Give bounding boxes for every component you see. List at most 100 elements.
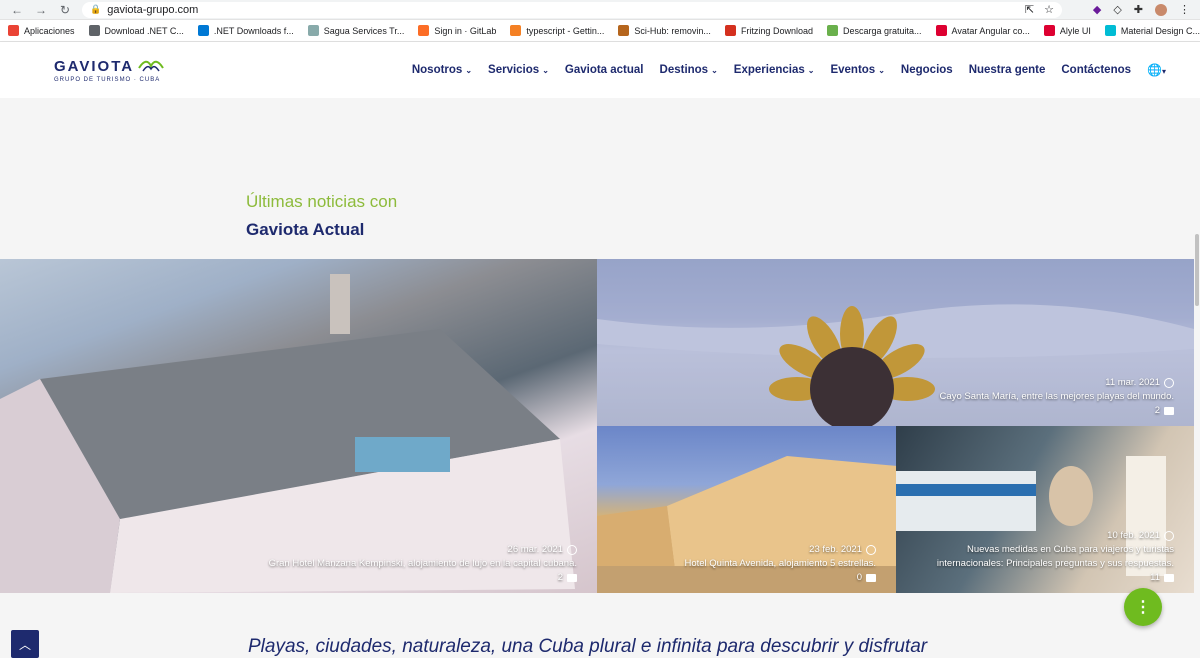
bookmark-label: Sign in · GitLab (434, 25, 497, 36)
menu-item[interactable]: Destinos ⌄ (660, 64, 718, 76)
bookmark-item[interactable]: Alyle UI (1043, 25, 1091, 36)
card-date: 10 feb. 2021 (1107, 530, 1160, 541)
bookmark-item[interactable]: .NET Downloads f... (197, 25, 294, 36)
logo[interactable]: GAVIOTA GRUPO DE TURISMO · CUBA (54, 58, 164, 83)
menu-item[interactable]: Negocios (901, 64, 953, 76)
news-card-santa-maria[interactable]: 11 mar. 2021 Cayo Santa María, entre las… (597, 259, 1194, 426)
news-card-kempinski[interactable]: 26 mar. 2021 Gran Hotel Manzana Kempinsk… (0, 259, 597, 593)
address-bar[interactable]: 🔒 gaviota-grupo.com ⇱ ☆ (82, 1, 1062, 18)
apps-icon (8, 25, 19, 36)
menu-item[interactable]: Contáctenos (1061, 64, 1131, 76)
clock-icon (567, 545, 577, 555)
bookmark-item[interactable]: Fritzing Download (724, 25, 813, 36)
comment-icon (1164, 407, 1174, 415)
bookmark-label: typescript - Gettin... (526, 25, 605, 36)
scrollbar-thumb[interactable] (1195, 234, 1199, 306)
menu-item-label: Gaviota actual (564, 64, 644, 76)
bookmark-item[interactable]: Sci-Hub: removin... (618, 25, 711, 36)
bookmark-item[interactable]: Descarga gratuita... (826, 25, 922, 36)
logo-name: GAVIOTA (54, 57, 135, 75)
menu-dots-icon[interactable]: ⋮ (1179, 3, 1190, 16)
scroll-to-top-button[interactable]: ︿ (11, 630, 39, 658)
card-text[interactable]: Nuevas medidas en Cuba para viajeros y t… (904, 543, 1174, 571)
scihub-icon (618, 25, 630, 36)
angular-icon (1043, 25, 1055, 36)
bookmark-star-icon[interactable]: ☆ (1044, 3, 1054, 16)
chevron-down-icon: ⌄ (711, 65, 718, 75)
clock-icon (866, 545, 876, 555)
menu-item-label: Negocios (900, 64, 953, 76)
scrollbar[interactable] (1194, 98, 1200, 658)
menu-item[interactable]: Eventos ⌄ (830, 64, 884, 76)
menu-item[interactable]: Experiencias ⌄ (734, 64, 815, 76)
comment-icon (1164, 574, 1174, 582)
bookmark-item[interactable]: Avatar Angular co... (935, 25, 1030, 36)
menu-item-label: Nuestra gente (968, 64, 1046, 76)
logo-subtitle: GRUPO DE TURISMO · CUBA (54, 76, 161, 83)
news-card-medidas-cuba[interactable]: 10 feb. 2021 Nuevas medidas en Cuba para… (896, 426, 1194, 593)
back-icon[interactable]: ← (10, 3, 24, 17)
bookmark-label: Download .NET C... (104, 25, 184, 36)
angular-icon (935, 25, 947, 36)
fritzing-icon (724, 25, 736, 36)
gitlab-icon (418, 25, 430, 36)
menu-item-label: Nosotros (411, 64, 463, 76)
bookmark-label: Sagua Services Tr... (323, 25, 405, 36)
bookmark-label: Fritzing Download (740, 25, 813, 36)
card-meta: 11 mar. 2021 Cayo Santa María, entre las… (940, 376, 1174, 418)
share-icon[interactable]: ⇱ (1025, 3, 1034, 16)
bookmark-label: Material Design C... (1120, 25, 1200, 36)
extension-icon[interactable]: ◆ (1093, 3, 1101, 16)
comment-count: 2 (557, 572, 563, 583)
browser-toolbar: ← → ↻ 🔒 gaviota-grupo.com ⇱ ☆ ◆ ◇ ✚ ⋮ (0, 0, 1200, 20)
material-icon (1104, 25, 1116, 36)
extension-icon[interactable]: ◇ (1113, 3, 1121, 16)
news-title: Gaviota Actual (246, 220, 365, 239)
menu-item-label: Experiencias (733, 64, 805, 76)
reload-icon[interactable]: ↻ (58, 3, 72, 17)
comment-count: 11 (1150, 572, 1160, 583)
card-text[interactable]: Gran Hotel Manzana Kempinski, alojamient… (269, 557, 577, 571)
bookmark-item[interactable]: Sagua Services Tr... (307, 25, 405, 36)
card-text[interactable]: Cayo Santa María, entre las mejores play… (940, 390, 1174, 404)
puzzle-icon[interactable]: ✚ (1134, 3, 1143, 16)
menu-item-label: Eventos (830, 64, 876, 76)
bookmark-item[interactable]: typescript - Gettin... (510, 25, 604, 36)
language-globe-icon[interactable]: 🌐▾ (1147, 63, 1166, 77)
bookmark-item[interactable]: Sign in · GitLab (418, 25, 496, 36)
news-kicker: Últimas noticias con (246, 192, 398, 211)
avatar[interactable] (1155, 3, 1167, 16)
menu-item-label: Destinos (659, 64, 709, 76)
bookmark-item[interactable]: Material Design C... (1104, 25, 1200, 36)
site-header: GAVIOTA GRUPO DE TURISMO · CUBA Nosotros… (0, 42, 1200, 98)
menu-item[interactable]: Gaviota actual (565, 64, 644, 76)
menu-item-label: Servicios (488, 64, 540, 76)
bookmark-label: .NET Downloads f... (213, 25, 294, 36)
news-card-quinta-avenida[interactable]: 23 feb. 2021 Hotel Quinta Avenida, aloja… (597, 426, 896, 593)
lock-icon: 🔒 (90, 4, 102, 14)
slogan: Playas, ciudades, naturaleza, una Cuba p… (248, 636, 928, 657)
card-date: 11 mar. 2021 (1105, 377, 1160, 388)
news-grid: 26 mar. 2021 Gran Hotel Manzana Kempinsk… (0, 259, 1194, 593)
chevron-down-icon: ⌄ (542, 65, 549, 75)
main-menu: Nosotros ⌄ Servicios ⌄ Gaviota actual Destino… (412, 64, 1131, 76)
bookmark-item[interactable]: Download .NET C... (88, 25, 184, 36)
seagull-icon (138, 60, 164, 72)
card-meta: 26 mar. 2021 Gran Hotel Manzana Kempinsk… (269, 543, 577, 585)
card-text[interactable]: Hotel Quinta Avenida, alojamiento 5 estr… (684, 557, 876, 571)
bookmark-label: Avatar Angular co... (951, 25, 1030, 36)
bookmark-item[interactable]: Aplicaciones (8, 25, 75, 36)
forward-icon[interactable]: → (34, 3, 48, 17)
more-options-fab[interactable]: ⋮ (1124, 588, 1162, 626)
card-meta: 10 feb. 2021 Nuevas medidas en Cuba para… (904, 529, 1174, 585)
menu-item[interactable]: Servicios ⌄ (488, 64, 549, 76)
bookmark-label: Aplicaciones (24, 25, 75, 36)
menu-item[interactable]: Nosotros ⌄ (412, 64, 472, 76)
bookmark-label: Sci-Hub: removin... (634, 25, 711, 36)
comment-icon (567, 574, 577, 582)
menu-item-label: Contáctenos (1061, 64, 1132, 76)
chevron-down-icon: ⌄ (878, 65, 885, 75)
menu-item[interactable]: Nuestra gente (969, 64, 1046, 76)
windows-icon (197, 25, 209, 36)
clock-icon (1164, 378, 1174, 388)
